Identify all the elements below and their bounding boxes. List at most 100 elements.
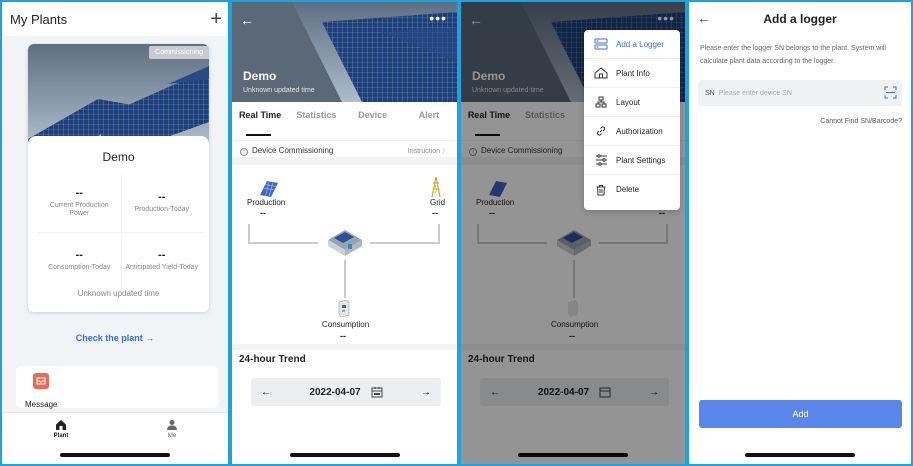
chevron-right-icon: 〉	[442, 148, 449, 155]
add-logger-screen: ← Add a logger Please enter the logger S…	[689, 2, 911, 464]
page-title: Add a logger	[763, 12, 837, 26]
instruction-link[interactable]: Instruction 〉	[408, 146, 449, 157]
kpi-value: --	[75, 186, 83, 199]
trash-icon	[594, 183, 608, 197]
menu-plant-info[interactable]: Plant Info	[584, 59, 680, 88]
meter-icon	[338, 299, 350, 318]
plant-options-menu: Add a Logger Plant Info Layout Authoriza…	[584, 30, 680, 210]
grid-tower-icon	[431, 176, 441, 198]
instructions-text: Please enter the logger SN belongs to th…	[700, 45, 886, 66]
commissioning-row[interactable]: i Device Commissioning Instruction 〉	[232, 140, 457, 165]
plant-menu-screen: ← ••• Demo Unknown updated time Real Tim…	[461, 2, 685, 464]
add-plant-icon[interactable]: +	[210, 9, 222, 29]
page-title: My Plants	[10, 11, 68, 27]
sn-input[interactable]: SN Please enter device SN	[698, 80, 902, 106]
tab-label: Me	[167, 433, 177, 439]
plant-summary: Demo -- Current Production Power -- Prod…	[28, 136, 209, 312]
plant-hero: ← ••• Demo Unknown updated time	[232, 2, 457, 102]
menu-plant-settings[interactable]: Plant Settings	[584, 146, 680, 175]
menu-label: Delete	[616, 185, 640, 194]
tab-device[interactable]: Device	[345, 110, 401, 138]
house-icon	[328, 230, 362, 256]
calendar-icon	[371, 387, 383, 398]
menu-label: Layout	[616, 97, 641, 107]
menu-label: Plant Settings	[616, 155, 666, 165]
instruction-label: Instruction	[407, 148, 441, 155]
header: My Plants +	[2, 2, 228, 36]
tab-statistics[interactable]: Statistics	[288, 110, 344, 138]
kpi-label: Consumption-Today	[48, 263, 111, 271]
production-value: --	[260, 208, 266, 218]
kpi-production-today: -- Production-Today	[121, 174, 204, 232]
kpi-label: Current Production Power	[49, 201, 109, 218]
solar-panel-icon	[260, 181, 278, 197]
bottom-tabbar: Plant Me	[2, 412, 228, 464]
kpi-label: Production-Today	[134, 206, 189, 214]
commissioning-label: Device Commissioning	[252, 146, 334, 155]
layout-icon	[594, 95, 608, 109]
check-plant-link[interactable]: Check the plant →	[2, 333, 228, 343]
info-icon: i	[240, 148, 248, 156]
kpi-current-power: -- Current Production Power	[38, 174, 121, 232]
flow-line	[438, 224, 440, 244]
prev-day-icon[interactable]: ←	[261, 387, 271, 398]
date-selector: ← 2022-04-07 →	[251, 378, 441, 406]
add-button[interactable]: Add	[699, 400, 902, 428]
back-icon[interactable]: ←	[240, 12, 254, 28]
plant-name: Demo	[243, 69, 277, 83]
kpi-value: --	[158, 191, 166, 204]
kpi-grid: -- Current Production Power -- Productio…	[38, 174, 203, 289]
menu-layout[interactable]: Layout	[584, 88, 680, 117]
tab-me[interactable]: Me	[142, 419, 202, 439]
cannot-find-link[interactable]: Cannot Find SN/Barcode?	[820, 118, 902, 125]
sn-label: SN	[705, 89, 715, 97]
divider	[232, 344, 457, 350]
flow-line	[248, 242, 318, 244]
menu-label: Add a Logger	[616, 39, 665, 49]
energy-flow: Production -- Grid -- Consumption --	[232, 172, 457, 344]
person-icon	[167, 420, 177, 430]
plant-card[interactable]: Commissioning Demo -- Current Production…	[28, 44, 209, 312]
menu-delete[interactable]: Delete	[584, 175, 680, 204]
date-value: 2022-04-07	[309, 386, 361, 398]
date-picker[interactable]: 2022-04-07	[309, 386, 383, 398]
grid-label: Grid	[430, 198, 446, 207]
production-label: Production	[247, 198, 286, 207]
header: ← Add a logger	[689, 8, 911, 30]
menu-label: Authorization	[616, 126, 663, 136]
kpi-anticipated-yield: -- Anticipated Yield-Today	[121, 232, 204, 290]
flow-line	[370, 242, 440, 244]
tab-plant[interactable]: Plant	[31, 419, 91, 439]
sn-placeholder: Please enter device SN	[718, 89, 792, 97]
message-label: Message	[25, 400, 58, 409]
home-indicator	[745, 453, 855, 457]
link-icon	[594, 124, 608, 138]
consumption-label: Consumption	[322, 320, 370, 329]
tab-alert[interactable]: Alert	[401, 110, 457, 138]
logger-icon	[594, 37, 608, 51]
commissioning-text: i Device Commissioning	[240, 146, 333, 157]
status-badge: Commissioning	[149, 46, 209, 59]
kpi-consumption-today: -- Consumption-Today	[38, 232, 121, 290]
house-icon	[594, 66, 608, 80]
kpi-value: --	[158, 248, 166, 261]
trend-title: 24-hour Trend	[239, 354, 306, 365]
home-indicator	[60, 453, 170, 457]
kpi-label: Anticipated Yield-Today	[125, 263, 199, 271]
plant-detail-screen: ← ••• Demo Unknown updated time Real Tim…	[232, 2, 457, 464]
next-day-icon[interactable]: →	[421, 387, 431, 398]
menu-add-logger[interactable]: Add a Logger	[584, 30, 680, 59]
tab-label: Plant	[53, 433, 69, 439]
message-card[interactable]: Message	[16, 366, 218, 409]
flow-line	[344, 260, 346, 298]
menu-authorization[interactable]: Authorization	[584, 117, 680, 146]
consumption-value: --	[340, 331, 346, 341]
flow-line	[248, 224, 250, 244]
more-icon[interactable]: •••	[429, 10, 447, 26]
home-icon	[56, 420, 66, 430]
home-indicator	[289, 453, 400, 457]
plant-name: Demo	[102, 150, 135, 164]
kpi-value: --	[75, 248, 83, 261]
scan-barcode-icon[interactable]	[884, 86, 897, 99]
updated-time: Unknown updated time	[243, 87, 315, 94]
